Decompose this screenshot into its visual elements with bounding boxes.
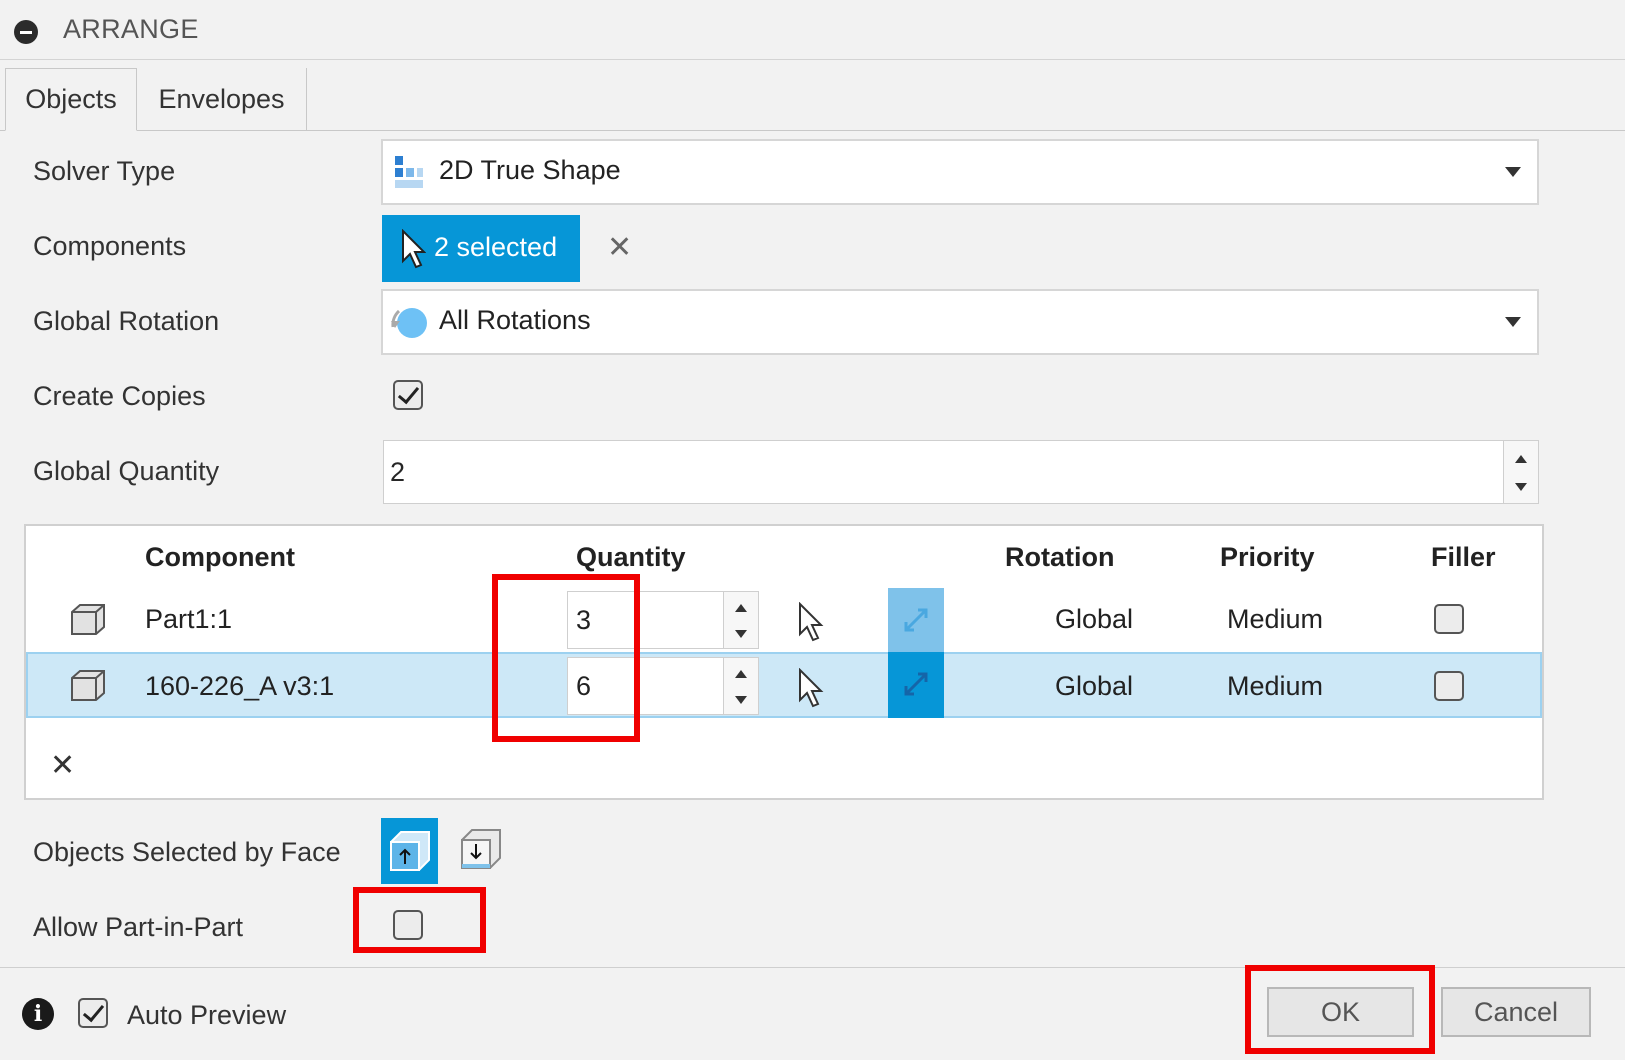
annotation-box-ok <box>1245 965 1435 1054</box>
global-rotation-label: Global Rotation <box>33 306 220 336</box>
auto-preview-checkbox[interactable] <box>78 998 108 1028</box>
column-header-filler: Filler <box>1431 542 1496 572</box>
tab-envelopes-label: Envelopes <box>158 83 285 114</box>
solver-type-value: 2D True Shape <box>439 155 621 185</box>
quantity-spinner[interactable] <box>723 592 758 648</box>
create-copies-label: Create Copies <box>33 381 206 411</box>
rotation-toggle-icon <box>904 608 928 632</box>
global-rotation-dropdown[interactable]: All Rotations <box>381 289 1539 355</box>
allow-part-in-part-label: Allow Part-in-Part <box>33 912 244 942</box>
table-row[interactable]: Part1:1 3 Global Medium <box>26 588 1542 652</box>
row-priority[interactable]: Medium <box>1227 671 1323 702</box>
column-header-component: Component <box>145 542 295 572</box>
components-select-button[interactable]: 2 selected <box>382 215 580 282</box>
tab-strip: Objects Envelopes <box>0 60 1625 131</box>
annotation-box-part-in-part <box>353 887 486 953</box>
increment-icon[interactable] <box>1515 455 1527 463</box>
auto-preview-label: Auto Preview <box>127 1000 287 1030</box>
tab-envelopes[interactable]: Envelopes <box>137 68 307 130</box>
face-up-icon <box>390 831 430 871</box>
components-table: Component Quantity Rotation Priority Fil… <box>24 524 1544 800</box>
pointer-icon <box>402 229 426 269</box>
components-label: Components <box>33 231 187 261</box>
annotation-box-quantity <box>492 574 640 742</box>
row-rotation: Global <box>1055 604 1134 634</box>
row-priority[interactable]: Medium <box>1227 604 1323 635</box>
increment-icon[interactable] <box>735 604 747 612</box>
decrement-icon[interactable] <box>735 630 747 638</box>
filler-checkbox[interactable] <box>1434 604 1464 634</box>
collapse-icon[interactable] <box>14 20 38 44</box>
arrange-dialog: ARRANGE Objects Envelopes Solver Type 2D… <box>0 0 1625 1060</box>
tab-objects-label: Objects <box>25 84 117 114</box>
part-icon <box>71 670 105 701</box>
pointer-icon[interactable] <box>797 602 825 642</box>
increment-icon[interactable] <box>735 670 747 678</box>
global-quantity-field[interactable]: 2 <box>383 440 1539 504</box>
row-rotation: Global <box>1055 671 1134 701</box>
chevron-down-icon <box>1505 167 1521 177</box>
clear-icon[interactable]: ✕ <box>607 230 632 265</box>
title-bar: ARRANGE <box>0 0 1625 60</box>
global-quantity-stepper[interactable] <box>1503 441 1538 503</box>
rotation-icon <box>391 308 427 338</box>
quantity-spinner[interactable] <box>723 658 758 714</box>
rotation-toggle-icon <box>904 672 928 696</box>
face-up-button[interactable] <box>381 818 438 884</box>
objects-selected-by-face-label: Objects Selected by Face <box>33 837 341 867</box>
global-rotation-value: All Rotations <box>439 305 591 335</box>
decrement-icon[interactable] <box>735 696 747 704</box>
rotation-toggle-button[interactable] <box>888 652 944 718</box>
face-down-icon[interactable] <box>460 828 504 872</box>
tab-objects[interactable]: Objects <box>5 68 137 131</box>
remove-icon[interactable]: ✕ <box>50 748 75 783</box>
solver-type-icon <box>395 156 423 188</box>
chevron-down-icon <box>1505 317 1521 327</box>
cancel-button[interactable]: Cancel <box>1441 987 1591 1037</box>
column-header-priority: Priority <box>1220 542 1315 572</box>
filler-checkbox[interactable] <box>1434 671 1464 701</box>
global-quantity-value: 2 <box>390 457 406 487</box>
global-quantity-label: Global Quantity <box>33 456 220 486</box>
solver-type-label: Solver Type <box>33 156 176 186</box>
components-selected-count: 2 selected <box>434 232 558 262</box>
solver-type-dropdown[interactable]: 2D True Shape <box>381 139 1539 205</box>
table-row[interactable]: 160-226_A v3:1 6 Global Medium <box>26 652 1542 718</box>
pointer-icon[interactable] <box>797 668 825 708</box>
dialog-title: ARRANGE <box>63 14 199 44</box>
row-component: 160-226_A v3:1 <box>145 671 335 701</box>
rotation-toggle-button[interactable] <box>888 588 944 652</box>
decrement-icon[interactable] <box>1515 483 1527 491</box>
row-component: Part1:1 <box>145 604 233 634</box>
info-icon[interactable]: i <box>22 998 54 1030</box>
create-copies-checkbox[interactable] <box>393 380 423 410</box>
part-icon <box>71 604 105 635</box>
column-header-rotation: Rotation <box>1005 542 1115 572</box>
column-header-quantity: Quantity <box>576 542 686 572</box>
